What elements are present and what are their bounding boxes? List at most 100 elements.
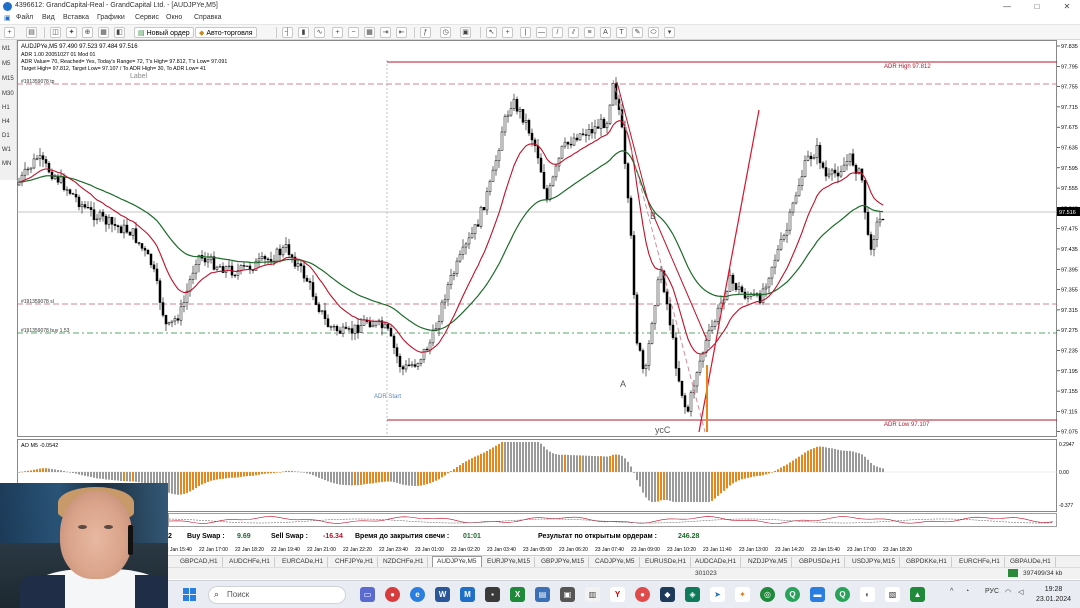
zoom-out-icon[interactable]: − bbox=[348, 27, 359, 38]
folder-icon[interactable]: ▥ bbox=[585, 587, 600, 602]
data-window-icon[interactable]: ⊕ bbox=[82, 27, 93, 38]
app-red-circle-icon[interactable]: ● bbox=[385, 587, 400, 602]
app-chart-icon[interactable]: ▲ bbox=[910, 587, 925, 602]
menu-file[interactable]: Файл bbox=[16, 14, 33, 21]
tab-gbpusd-h1[interactable]: GBPUSDe,H1 bbox=[795, 557, 846, 567]
excel-icon[interactable]: X bbox=[510, 587, 525, 602]
tab-eurusd-h1[interactable]: EURUSDe,H1 bbox=[641, 557, 692, 567]
label-icon[interactable]: T bbox=[616, 27, 627, 38]
taskbar-clock[interactable]: 19:28 23.01.2024 bbox=[1036, 585, 1071, 605]
tab-usdjpy-m15[interactable]: USDJPYe,M15 bbox=[848, 557, 901, 567]
timeframe-d1[interactable]: D1 bbox=[2, 133, 10, 139]
app-green-icon[interactable]: ◈ bbox=[685, 587, 700, 602]
line-chart-icon[interactable]: ∿ bbox=[314, 27, 325, 38]
app-gray-icon[interactable]: ▣ bbox=[560, 587, 575, 602]
tray-volume-icon[interactable]: ◁ bbox=[1018, 588, 1023, 596]
crosshair-icon[interactable]: + bbox=[502, 27, 513, 38]
timeframe-w1[interactable]: W1 bbox=[2, 147, 11, 153]
app-q2-icon[interactable]: Q bbox=[835, 587, 850, 602]
menu-tools[interactable]: Сервис bbox=[135, 14, 159, 21]
tray-wifi-icon[interactable]: ◠ bbox=[1005, 588, 1011, 596]
trendline-icon[interactable]: / bbox=[552, 27, 563, 38]
tray-network-icon[interactable]: ◔ bbox=[965, 588, 969, 595]
auto-trading-button[interactable]: ◆ Авто-торговля bbox=[195, 27, 257, 38]
tab-eurchf-h1[interactable]: EURCHFe,H1 bbox=[955, 557, 1005, 567]
terminal-app-icon[interactable]: ▪ bbox=[485, 587, 500, 602]
templates-icon[interactable]: ▣ bbox=[460, 27, 471, 38]
new-order-button[interactable]: ▤ Новый ордер bbox=[134, 27, 194, 38]
terminal-icon[interactable]: ▦ bbox=[98, 27, 109, 38]
zoom-in-icon[interactable]: + bbox=[332, 27, 343, 38]
app-dark-icon[interactable]: ◆ bbox=[660, 587, 675, 602]
price-chart[interactable]: AUDJPYe,M5 97.490 97.523 97.484 97.516 A… bbox=[17, 40, 1080, 555]
app-orange-icon[interactable]: ✦ bbox=[735, 587, 750, 602]
menu-app-icon[interactable]: ▣ bbox=[4, 14, 11, 22]
text-icon[interactable]: A bbox=[600, 27, 611, 38]
app-red-icon[interactable]: ● bbox=[635, 587, 650, 602]
timeframe-h4[interactable]: H4 bbox=[2, 119, 10, 125]
timeframe-m1[interactable]: M1 bbox=[2, 46, 10, 52]
menu-help[interactable]: Справка bbox=[194, 14, 221, 21]
tile-windows-icon[interactable]: ▦ bbox=[364, 27, 375, 38]
edge-browser-icon[interactable]: e bbox=[410, 587, 425, 602]
tab-gbpcad-h1[interactable]: GBPCAD,H1 bbox=[176, 557, 223, 567]
periods-icon[interactable]: ◷ bbox=[440, 27, 451, 38]
telegram-icon[interactable]: ➤ bbox=[710, 587, 725, 602]
menu-charts[interactable]: Графики bbox=[97, 14, 125, 21]
chart-canvas[interactable]: AUDJPYe,M5 97.490 97.523 97.484 97.516 A… bbox=[17, 40, 1080, 555]
task-view-icon[interactable]: ▭ bbox=[360, 587, 375, 602]
strategy-tester-icon[interactable]: ◧ bbox=[114, 27, 125, 38]
menu-view[interactable]: Вид bbox=[42, 14, 55, 21]
chrome-icon[interactable]: ◎ bbox=[760, 587, 775, 602]
indicators-icon[interactable]: ƒ bbox=[420, 27, 431, 38]
horizontal-line-icon[interactable]: — bbox=[536, 27, 547, 38]
tab-eurjpy-m15[interactable]: EURJPYe,M15 bbox=[483, 557, 536, 567]
navigator-icon[interactable]: ✦ bbox=[66, 27, 77, 38]
timeframe-m15[interactable]: M15 bbox=[2, 76, 14, 82]
tab-audchf-h1[interactable]: AUDCHFe,H1 bbox=[225, 557, 275, 567]
more-tools-icon[interactable]: ▾ bbox=[664, 27, 675, 38]
tab-eurcad-h1[interactable]: EURCADe,H1 bbox=[278, 557, 329, 567]
windows-start-icon[interactable] bbox=[183, 588, 197, 602]
app-cube-icon[interactable]: ▧ bbox=[885, 587, 900, 602]
tab-gbpdkk-h1[interactable]: GBPDKKe,H1 bbox=[902, 557, 952, 567]
bar-chart-icon[interactable]: ┤ bbox=[282, 27, 293, 38]
timeframe-h1[interactable]: H1 bbox=[2, 105, 10, 111]
tab-gbpjpy-m15[interactable]: GBPJPYe,M15 bbox=[537, 557, 590, 567]
metatrader-icon[interactable]: M bbox=[460, 587, 475, 602]
tray-chevron-icon[interactable]: ^ bbox=[950, 588, 953, 595]
new-chart-icon[interactable]: + bbox=[4, 27, 15, 38]
menu-window[interactable]: Окно bbox=[166, 14, 182, 21]
files-icon[interactable]: ▤ bbox=[535, 587, 550, 602]
yandex-icon[interactable]: Y bbox=[610, 587, 625, 602]
market-watch-icon[interactable]: ◫ bbox=[50, 27, 61, 38]
timeframe-m30[interactable]: M30 bbox=[2, 91, 14, 97]
autoscroll-icon[interactable]: ⇥ bbox=[380, 27, 391, 38]
candlestick-icon[interactable]: ▮ bbox=[298, 27, 309, 38]
app-globe-icon[interactable]: ◐ bbox=[860, 587, 875, 602]
minimize-button[interactable]: — bbox=[1000, 1, 1014, 12]
arrows-icon[interactable]: ✎ bbox=[632, 27, 643, 38]
app-blue-icon[interactable]: ▬ bbox=[810, 587, 825, 602]
app-q-icon[interactable]: Q bbox=[785, 587, 800, 602]
vertical-line-icon[interactable]: | bbox=[520, 27, 531, 38]
chart-shift-icon[interactable]: ⇤ bbox=[396, 27, 407, 38]
fibonacci-icon[interactable]: ≡ bbox=[584, 27, 595, 38]
close-button[interactable]: ✕ bbox=[1060, 1, 1074, 12]
timeframe-mn[interactable]: MN bbox=[2, 161, 11, 167]
maximize-button[interactable]: □ bbox=[1030, 1, 1044, 12]
taskbar-search[interactable]: ⌕ Поиск bbox=[208, 586, 346, 604]
shapes-icon[interactable]: ⬭ bbox=[648, 27, 659, 38]
word-icon[interactable]: W bbox=[435, 587, 450, 602]
tab-audcad-h1[interactable]: AUDCADe,H1 bbox=[691, 557, 742, 567]
tray-lang[interactable]: РУС bbox=[985, 588, 999, 595]
tab-cadjpy-m5[interactable]: CADJPYe,M5 bbox=[591, 557, 640, 567]
menu-insert[interactable]: Вставка bbox=[63, 14, 89, 21]
tab-chfjpy-h1[interactable]: CHFJPYe,H1 bbox=[331, 557, 379, 567]
cursor-icon[interactable]: ↖ bbox=[486, 27, 497, 38]
equidistant-channel-icon[interactable]: ⫽ bbox=[568, 27, 579, 38]
profiles-icon[interactable]: ▤ bbox=[26, 27, 37, 38]
timeframe-m5[interactable]: M5 bbox=[2, 61, 10, 67]
tab-gbpaud-h1[interactable]: GBPAUDe,H1 bbox=[1006, 557, 1056, 567]
tab-nzdjpy-m5[interactable]: NZDJPYe,M5 bbox=[744, 557, 793, 567]
